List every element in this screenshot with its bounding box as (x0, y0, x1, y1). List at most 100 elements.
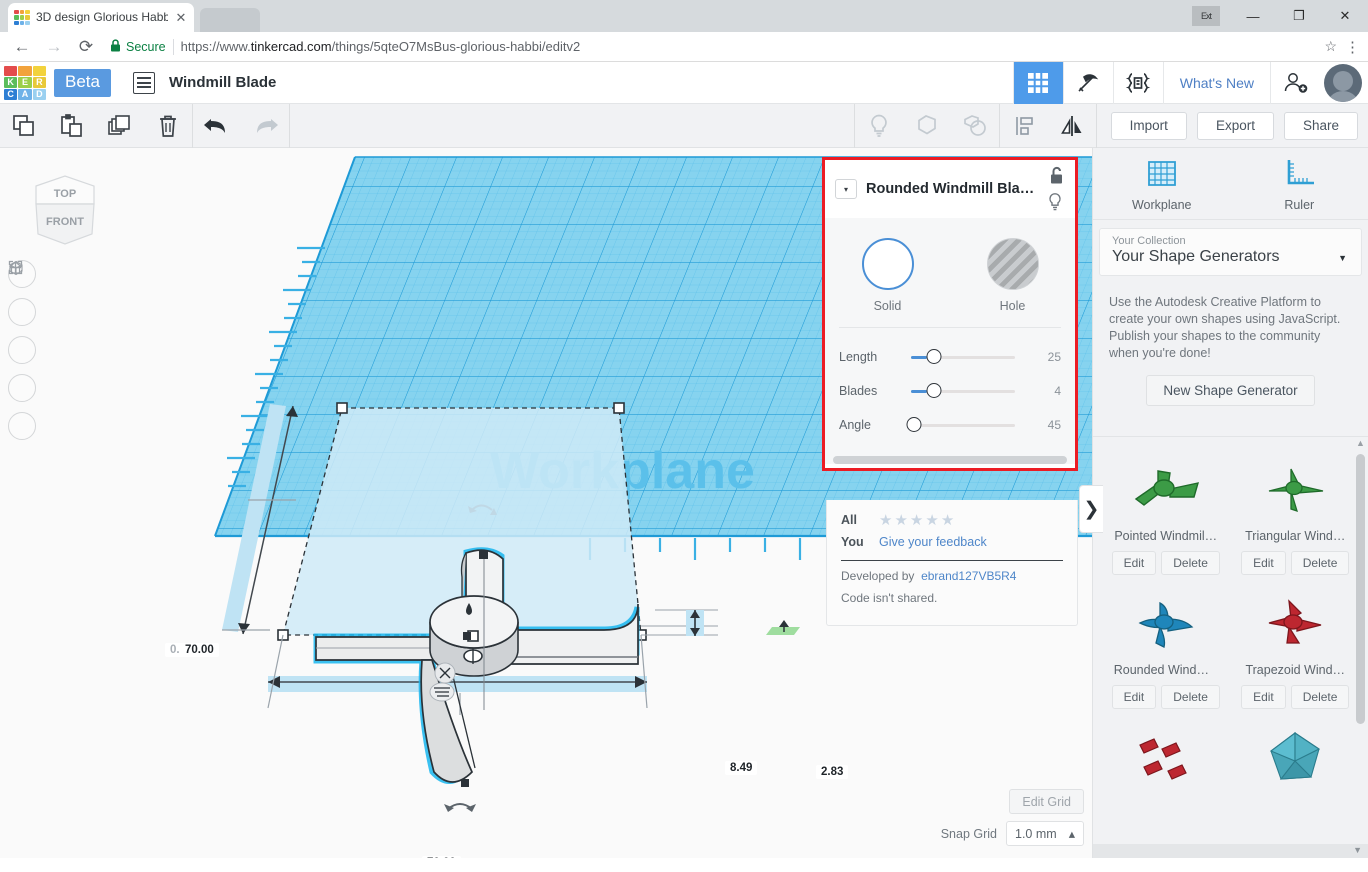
delete-button[interactable] (144, 104, 192, 148)
shape-generator-panel[interactable]: ▾ Rounded Windmill Bla… Solid Hole Lengt… (822, 157, 1078, 471)
star-icon[interactable]: ★ (894, 513, 907, 528)
fit-view-button[interactable] (8, 260, 36, 326)
header-right-tools: What's New (1012, 61, 1368, 104)
elevation-label[interactable]: 2.83 (816, 765, 849, 779)
tinkercad-logo[interactable]: K E R C A D (2, 64, 48, 102)
paste-button[interactable] (48, 104, 96, 148)
shape-card[interactable]: Pointed Windmil… Edit Delete (1101, 445, 1231, 579)
edit-button[interactable]: Edit (1241, 685, 1286, 709)
developer-link[interactable]: ebrand127VB5R4 (921, 569, 1016, 583)
back-icon[interactable]: ← (8, 33, 36, 61)
chevron-up-icon: ▴ (1068, 827, 1075, 841)
scroll-up-icon[interactable]: ▲ (1356, 438, 1365, 448)
maximize-button[interactable]: ❐ (1276, 0, 1322, 32)
chevron-down-icon[interactable]: ▾ (835, 179, 857, 199)
shape-mode-selector: Solid Hole (825, 230, 1075, 323)
bottom-width-label[interactable]: 70.00 (422, 856, 461, 858)
browser-menu-icon[interactable]: ⋮ (1345, 38, 1360, 56)
workplane-tool[interactable]: Workplane (1093, 148, 1231, 219)
icosahedron-icon (1270, 731, 1321, 780)
param-blades-value[interactable]: 4 (1035, 384, 1061, 398)
close-window-button[interactable]: ✕ (1322, 0, 1368, 32)
whats-new-link[interactable]: What's New (1162, 61, 1270, 104)
undo-button[interactable] (193, 104, 241, 148)
edit-button[interactable]: Edit (1111, 685, 1157, 709)
slider-knob[interactable] (926, 349, 942, 364)
new-shape-generator-button[interactable]: New Shape Generator (1146, 374, 1315, 406)
solid-mode-option[interactable]: Solid (825, 238, 950, 313)
snap-grid-select[interactable]: 1.0 mm ▴ (1006, 821, 1084, 846)
align-button[interactable] (1000, 104, 1048, 148)
shape-generator-list[interactable]: Pointed Windmil… Edit Delete Triangular … (1093, 436, 1368, 844)
param-blades-label: Blades (839, 384, 878, 398)
you-rating-row: You Give your feedback (841, 531, 1063, 553)
add-person-icon[interactable] (1270, 61, 1320, 104)
hole-mode-option[interactable]: Hole (950, 238, 1075, 313)
edit-grid-button[interactable]: Edit Grid (1009, 789, 1084, 814)
duplicate-button[interactable] (96, 104, 144, 148)
hole-mode-label: Hole (999, 299, 1026, 313)
close-tab-icon[interactable]: ✕ (174, 10, 188, 26)
scroll-down-icon[interactable]: ▼ (1353, 845, 1362, 855)
window-controls: Ext — ❐ ✕ (1192, 0, 1368, 32)
ruler-tool[interactable]: Ruler (1231, 148, 1368, 219)
collapse-panel-button[interactable]: ❯ (1079, 485, 1103, 533)
delete-button[interactable]: Delete (1161, 685, 1220, 709)
star-icon[interactable]: ★ (941, 513, 954, 528)
height-label[interactable]: 8.49 (725, 761, 758, 775)
param-angle-slider[interactable] (906, 417, 1025, 433)
browser-tab[interactable]: 3D design Glorious Habb ✕ (8, 3, 194, 32)
collection-selector[interactable]: Your Collection Your Shape Generators ▼ (1099, 228, 1362, 276)
copy-button[interactable] (0, 104, 48, 148)
reload-icon[interactable]: ⟳ (72, 33, 100, 61)
extension-badge-icon[interactable]: Ext (1192, 6, 1220, 26)
delete-button[interactable]: Delete (1161, 551, 1220, 575)
bookmark-star-icon[interactable]: ☆ (1324, 38, 1337, 55)
param-blades-slider[interactable] (911, 383, 1025, 399)
shape-card[interactable]: Trapezoid Wind… Edit Delete (1231, 579, 1361, 713)
tinkercad-header: K E R C A D Beta Windmill Blade What's N… (0, 61, 1368, 104)
project-list-icon[interactable] (132, 71, 155, 94)
delete-button[interactable]: Delete (1290, 551, 1350, 575)
zoom-out-button[interactable] (8, 266, 36, 402)
rating-stars[interactable]: ★ ★ ★ ★ ★ (879, 513, 954, 528)
export-button[interactable]: Export (1196, 111, 1274, 140)
pickaxe-icon[interactable] (1062, 61, 1113, 104)
star-icon[interactable]: ★ (925, 513, 938, 528)
star-icon[interactable]: ★ (879, 513, 892, 528)
star-icon[interactable]: ★ (910, 513, 923, 528)
slider-knob[interactable] (926, 383, 942, 398)
shape-card[interactable] (1231, 713, 1361, 801)
slider-knob[interactable] (906, 417, 922, 432)
import-button[interactable]: Import (1110, 111, 1187, 140)
param-angle-value[interactable]: 45 (1035, 418, 1061, 432)
user-avatar[interactable] (1324, 63, 1362, 102)
lightbulb-icon[interactable] (1047, 192, 1063, 217)
zoom-in-button[interactable] (8, 262, 36, 364)
scrollbar-thumb[interactable] (1356, 454, 1365, 724)
view-cube[interactable]: TOP FRONT (26, 172, 104, 258)
delete-button[interactable]: Delete (1290, 685, 1350, 709)
unlocked-padlock-icon[interactable] (1047, 166, 1065, 191)
new-tab-area[interactable] (200, 8, 260, 32)
param-length-value[interactable]: 25 (1035, 350, 1061, 364)
edit-button[interactable]: Edit (1241, 551, 1286, 575)
shape-panel-scrollbar[interactable] (833, 456, 1067, 464)
left-width-label[interactable]: 70.00 (180, 643, 219, 657)
sidebar-scrollbar[interactable]: ▲ (1356, 438, 1365, 836)
param-length-slider[interactable] (911, 349, 1025, 365)
shape-card[interactable]: Rounded Windm… Edit Delete (1101, 579, 1231, 713)
document-title[interactable]: Windmill Blade (169, 74, 276, 91)
orthographic-toggle-button[interactable] (8, 260, 36, 440)
mirror-button[interactable] (1048, 104, 1096, 148)
slider-track (911, 424, 1015, 427)
minimize-button[interactable]: — (1230, 0, 1276, 32)
blocks-icon[interactable] (1012, 61, 1063, 104)
give-feedback-link[interactable]: Give your feedback (879, 535, 987, 549)
edit-button[interactable]: Edit (1111, 551, 1157, 575)
shape-card[interactable] (1101, 713, 1231, 801)
share-button[interactable]: Share (1283, 111, 1358, 140)
code-brackets-icon[interactable] (1112, 61, 1163, 104)
omnibox[interactable]: Secure https://www.tinkercad.com/things/… (110, 34, 1320, 59)
shape-card[interactable]: Triangular Wind… Edit Delete (1231, 445, 1361, 579)
